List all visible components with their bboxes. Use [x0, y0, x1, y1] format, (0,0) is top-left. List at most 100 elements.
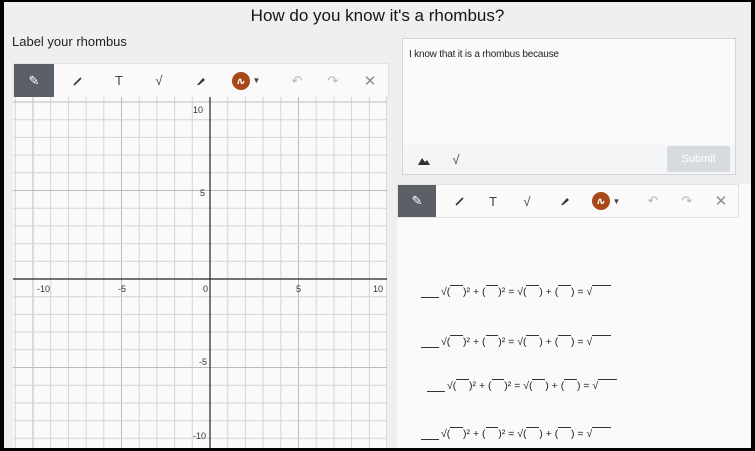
eq-part: ) + (: [539, 286, 559, 298]
eq-part: )² + (: [463, 286, 486, 298]
insert-image-button[interactable]: [411, 145, 437, 174]
eq-input[interactable]: [592, 335, 611, 348]
eq-part: ) + (: [545, 380, 565, 392]
redo-button[interactable]: ↷: [322, 64, 344, 97]
eq-input[interactable]: [598, 379, 617, 392]
eq-part: ) + (: [539, 336, 559, 348]
eq-input[interactable]: [450, 285, 464, 298]
line-icon: [73, 76, 82, 86]
eq-input[interactable]: [558, 285, 571, 298]
explanation-textarea[interactable]: I know that it is a rhombus because: [402, 38, 736, 146]
math-tool-button[interactable]: √: [142, 64, 176, 97]
close-icon: ✕: [363, 72, 377, 90]
color-swatch-icon: [591, 192, 610, 210]
coordinate-grid[interactable]: -10 -5 0 5 10 10 5 -5 -10: [13, 97, 387, 448]
side-label-blank[interactable]: [421, 347, 439, 348]
draw-toolbar: ✎ T √ ▼ ↶ ↷ ✕: [13, 63, 389, 98]
redo-icon: ↷: [327, 72, 339, 88]
chevron-down-icon: ▼: [252, 76, 261, 85]
x-tick-label: 10: [373, 284, 383, 294]
close-icon: ✕: [714, 193, 728, 210]
eq-part: )² = √(: [498, 286, 527, 298]
eq-input[interactable]: [450, 427, 464, 440]
eq-part: √(: [441, 336, 451, 348]
chevron-down-icon: ▼: [612, 196, 621, 206]
y-tick-label: 5: [200, 188, 205, 198]
x-tick-label: 5: [296, 284, 301, 294]
eraser-tool-button[interactable]: [182, 64, 216, 97]
eq-input[interactable]: [532, 379, 546, 392]
eq-part: )² + (: [463, 428, 486, 440]
distance-equation-row: √( )² + ( )² = √( ) + ( ) = √: [421, 330, 611, 348]
eq-input[interactable]: [592, 285, 611, 298]
color-picker-button[interactable]: ▼: [224, 64, 268, 97]
eq-input[interactable]: [456, 379, 470, 392]
left-instruction: Label your rhombus: [12, 34, 127, 49]
distance-equation-row: √( )² + ( )² = √( ) + ( ) = √: [421, 422, 611, 440]
pen-tool-button[interactable]: ✎: [14, 64, 54, 97]
clear-button[interactable]: ✕: [359, 64, 381, 97]
submit-button[interactable]: Submit: [667, 146, 730, 172]
grid-svg[interactable]: -10 -5 0 5 10 10 5 -5 -10: [13, 97, 387, 448]
sqrt-icon: √: [155, 73, 163, 88]
eq-input[interactable]: [450, 335, 464, 348]
work-undo-button[interactable]: ↶: [642, 185, 664, 217]
work-redo-button[interactable]: ↷: [676, 185, 698, 217]
eq-input[interactable]: [558, 335, 571, 348]
eq-part: ) = √: [570, 286, 593, 298]
y-tick-label: -5: [199, 357, 207, 367]
distance-equation-row: √( )² + ( )² = √( ) + ( ) = √: [427, 374, 617, 392]
redo-icon: ↷: [681, 193, 693, 208]
eq-input[interactable]: [485, 285, 499, 298]
side-label-blank[interactable]: [421, 297, 439, 298]
eq-input[interactable]: [491, 379, 505, 392]
undo-button[interactable]: ↶: [286, 64, 308, 97]
undo-icon: ↶: [291, 72, 303, 88]
eq-input[interactable]: [558, 427, 571, 440]
eq-part: )² = √(: [504, 380, 533, 392]
eq-part: √(: [447, 380, 457, 392]
eq-input[interactable]: [526, 335, 540, 348]
eq-input[interactable]: [526, 427, 540, 440]
text-tool-button[interactable]: T: [102, 64, 136, 97]
pencil-icon: ✎: [28, 72, 40, 88]
work-clear-button[interactable]: ✕: [710, 185, 732, 217]
page-title: How do you know it's a rhombus?: [250, 6, 505, 25]
work-eraser-tool-button[interactable]: [548, 185, 578, 217]
work-pen-tool-button[interactable]: ✎: [398, 185, 436, 217]
pencil-icon: ✎: [411, 193, 423, 208]
line-tool-button[interactable]: [60, 64, 94, 97]
eq-part: √(: [441, 286, 451, 298]
eq-part: )² + (: [469, 380, 492, 392]
work-math-tool-button[interactable]: √: [512, 185, 542, 217]
eq-part: )² + (: [463, 336, 486, 348]
side-label-blank[interactable]: [421, 439, 439, 440]
x-tick-label: -5: [118, 284, 126, 294]
worksheet-screen: How do you know it's a rhombus? Label yo…: [4, 2, 751, 448]
sqrt-icon: √: [523, 193, 531, 209]
sqrt-icon: √: [452, 152, 460, 167]
eq-input[interactable]: [485, 335, 499, 348]
color-swatch-icon: [231, 71, 250, 90]
eq-input[interactable]: [485, 427, 499, 440]
eq-part: ) + (: [539, 428, 559, 440]
work-text-tool-button[interactable]: T: [478, 185, 508, 217]
work-line-tool-button[interactable]: [444, 185, 474, 217]
y-tick-label: -10: [193, 431, 206, 441]
work-color-picker-button[interactable]: ▼: [584, 185, 628, 217]
work-toolbar: ✎ T √ ▼ ↶ ↷ ✕: [397, 184, 739, 218]
image-icon: [418, 157, 430, 165]
eq-input[interactable]: [526, 285, 540, 298]
line-icon: [455, 197, 464, 206]
explanation-prompt: I know that it is a rhombus because: [409, 49, 559, 60]
explain-math-button[interactable]: √: [443, 145, 469, 174]
work-canvas[interactable]: √( )² + ( )² = √( ) + ( ) = √ √( )² + ( …: [397, 184, 751, 448]
eq-input[interactable]: [564, 379, 577, 392]
distance-equation-row: √( )² + ( )² = √( ) + ( ) = √: [421, 280, 611, 298]
eq-part: )² = √(: [498, 336, 527, 348]
eraser-icon: [196, 77, 205, 85]
eq-input[interactable]: [592, 427, 611, 440]
side-label-blank[interactable]: [427, 391, 445, 392]
undo-icon: ↶: [647, 193, 659, 208]
eq-part: )² = √(: [498, 428, 527, 440]
